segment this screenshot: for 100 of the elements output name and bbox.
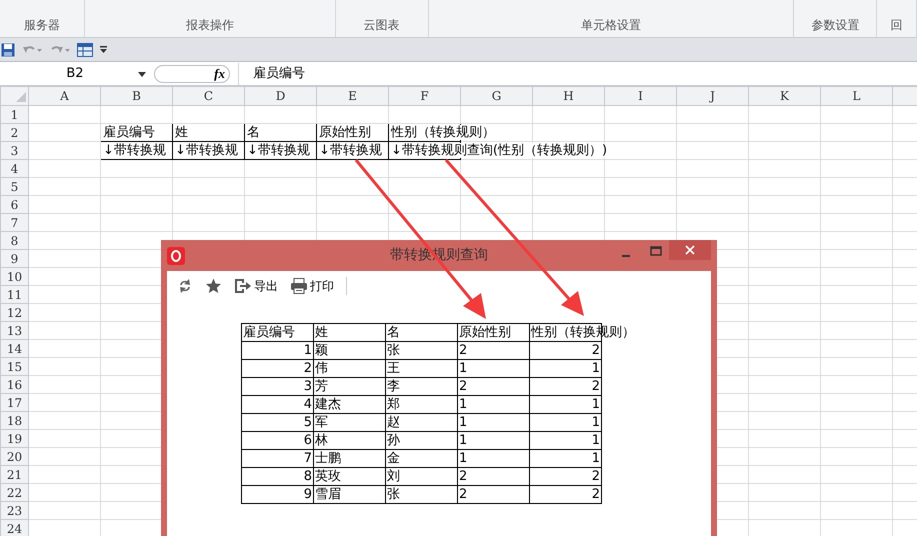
table-cell: 2: [530, 468, 602, 486]
row-header[interactable]: 16: [0, 376, 28, 394]
column-header[interactable]: A: [28, 86, 100, 106]
formula-field[interactable]: 雇员编号: [253, 64, 305, 84]
row-header[interactable]: 23: [0, 502, 28, 520]
table-icon[interactable]: [77, 42, 93, 56]
table-cell: 士鹏: [314, 450, 386, 468]
table-cell: 2: [530, 342, 602, 360]
row-header[interactable]: 11: [0, 286, 28, 304]
table-cell: 伟: [314, 360, 386, 378]
row-header[interactable]: 1: [0, 106, 28, 124]
maximize-icon: [650, 246, 662, 256]
group-label: 云图表: [364, 17, 400, 34]
table-cell: 7: [242, 450, 314, 468]
group-label: 参数设置: [811, 17, 860, 34]
column-header[interactable]: F: [388, 86, 460, 106]
column-header: 名: [387, 324, 400, 340]
table-cell: 1: [530, 432, 602, 450]
row-header[interactable]: 17: [0, 394, 28, 412]
table-cell: 2: [458, 486, 530, 504]
row-header[interactable]: 19: [0, 430, 28, 448]
table-cell: 郑: [386, 396, 458, 414]
group-label: 服务器: [24, 17, 60, 34]
row-header[interactable]: 9: [0, 250, 28, 268]
table-cell: 1: [530, 414, 602, 432]
table-cell: 1: [530, 360, 602, 378]
table-cell: 张: [386, 486, 458, 504]
table-cell: 4: [242, 396, 314, 414]
row-header[interactable]: 7: [0, 214, 28, 232]
column-header[interactable]: D: [244, 86, 316, 106]
row-header[interactable]: 8: [0, 232, 28, 250]
close-button[interactable]: [669, 240, 711, 260]
row-header[interactable]: 12: [0, 304, 28, 322]
column-header[interactable]: J: [676, 86, 748, 106]
table-cell: 6: [242, 432, 314, 450]
column-header[interactable]: K: [748, 86, 820, 106]
column-header: 原始性别: [459, 324, 511, 340]
table-cell: 1: [458, 414, 530, 432]
row-header[interactable]: 18: [0, 412, 28, 430]
table-cell: 3: [242, 378, 314, 396]
table-cell: 1: [458, 432, 530, 450]
table-cell: 芳: [314, 378, 386, 396]
row-header[interactable]: 21: [0, 466, 28, 484]
sheet-cell[interactable]: 名: [247, 124, 260, 140]
table-cell: 李: [386, 378, 458, 396]
column-header[interactable]: H: [532, 86, 604, 106]
group-label: 回: [890, 17, 903, 34]
row-header[interactable]: 2: [0, 124, 28, 142]
table-cell: 5: [242, 414, 314, 432]
column-header[interactable]: C: [172, 86, 244, 106]
print-button[interactable]: 打印: [290, 277, 334, 295]
table-cell: 2: [458, 342, 530, 360]
printer-icon: [290, 278, 308, 294]
sheet-cell[interactable]: ↓带转换规则查询(性别（转换规则）): [391, 142, 608, 158]
column-header[interactable]: B: [100, 86, 172, 106]
name-box[interactable]: B2: [0, 64, 150, 84]
row-header[interactable]: 10: [0, 268, 28, 286]
row-header[interactable]: 13: [0, 322, 28, 340]
table-cell: 金: [386, 450, 458, 468]
row-header[interactable]: 6: [0, 196, 28, 214]
app-logo-icon: [167, 246, 185, 264]
insert-function-button[interactable]: fx: [214, 64, 225, 84]
table-cell: 1: [458, 360, 530, 378]
table-cell: 雪眉: [314, 486, 386, 504]
table-cell: 2: [242, 360, 314, 378]
table-cell: 王: [386, 360, 458, 378]
table-cell: 1: [530, 396, 602, 414]
customize-caret-icon[interactable]: [99, 46, 108, 54]
row-header[interactable]: 15: [0, 358, 28, 376]
column-header[interactable]: L: [820, 86, 892, 106]
table-cell: 1: [458, 450, 530, 468]
table-cell: 林: [314, 432, 386, 450]
table-cell: 1: [242, 342, 314, 360]
table-cell: 2: [530, 486, 602, 504]
refresh-icon[interactable]: [177, 278, 193, 294]
row-header[interactable]: 14: [0, 340, 28, 358]
row-header[interactable]: 22: [0, 484, 28, 502]
table-cell: 2: [530, 378, 602, 396]
table-cell: 1: [458, 396, 530, 414]
group-label: 报表操作: [186, 17, 234, 34]
row-header[interactable]: 4: [0, 160, 28, 178]
dropdown-caret-icon[interactable]: [138, 72, 146, 76]
group-label: 单元格设置: [580, 17, 641, 34]
column-header[interactable]: E: [316, 86, 388, 106]
column-header[interactable]: I: [604, 86, 676, 106]
sheet-cell[interactable]: 姓: [175, 124, 188, 140]
export-button[interactable]: 导出: [234, 277, 278, 295]
column-header[interactable]: G: [460, 86, 532, 106]
star-icon[interactable]: [205, 278, 222, 294]
save-icon[interactable]: [1, 42, 15, 56]
table-cell: 2: [458, 468, 530, 486]
table-cell: 赵: [386, 414, 458, 432]
column-header: 姓: [315, 324, 328, 340]
row-header[interactable]: 24: [0, 520, 28, 536]
row-header[interactable]: 20: [0, 448, 28, 466]
table-cell: 张: [386, 342, 458, 360]
table-cell: 1: [530, 450, 602, 468]
row-header[interactable]: 3: [0, 142, 28, 160]
minimize-icon: [622, 255, 630, 257]
row-header[interactable]: 5: [0, 178, 28, 196]
